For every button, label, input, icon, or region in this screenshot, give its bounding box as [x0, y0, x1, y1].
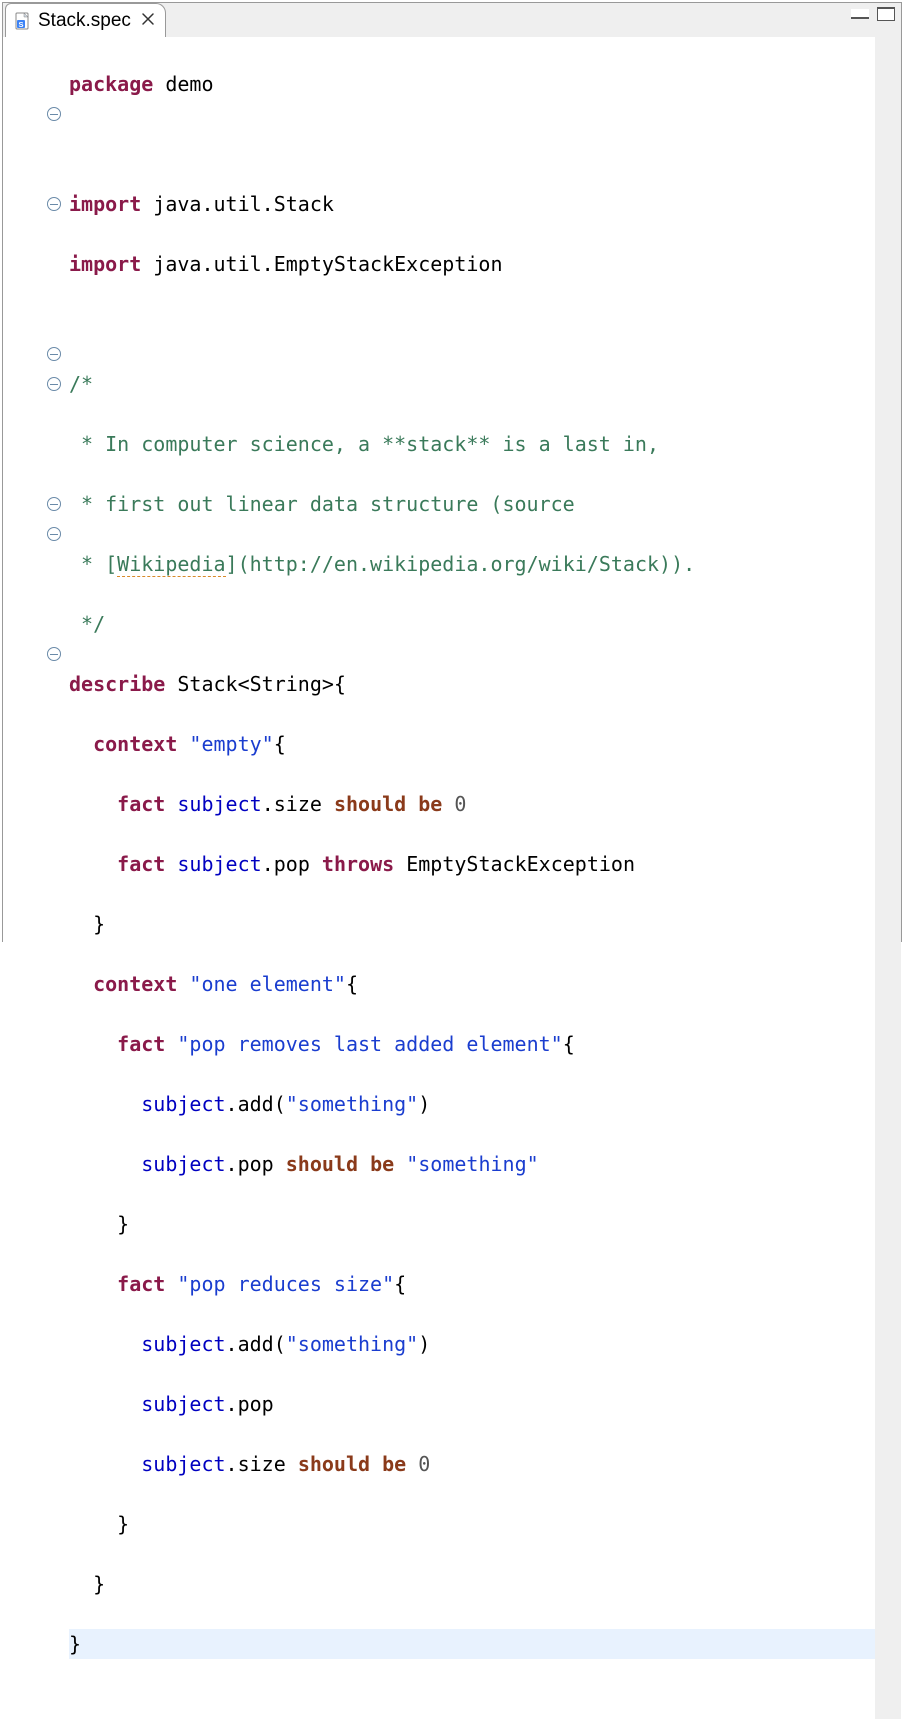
code-line: context "empty"{ — [69, 729, 875, 759]
code-line: subject.pop — [69, 1389, 875, 1419]
minimize-icon[interactable] — [851, 9, 869, 19]
code-line: package demo — [69, 69, 875, 99]
code-line: /* — [69, 369, 875, 399]
code-line: fact "pop reduces size"{ — [69, 1269, 875, 1299]
code-line: import java.util.EmptyStackException — [69, 249, 875, 279]
window-controls — [851, 7, 895, 21]
fold-marker[interactable] — [47, 647, 61, 661]
code-line: subject.add("something") — [69, 1089, 875, 1119]
code-line: * In computer science, a **stack** is a … — [69, 429, 875, 459]
fold-marker[interactable] — [47, 107, 61, 121]
editor-tab[interactable]: S Stack.spec — [5, 3, 166, 37]
maximize-icon[interactable] — [877, 7, 895, 21]
code-line: subject.add("something") — [69, 1329, 875, 1359]
code-area[interactable]: package demo import java.util.Stack impo… — [69, 37, 875, 1719]
code-line: fact subject.size should be 0 — [69, 789, 875, 819]
code-line: */ — [69, 609, 875, 639]
editor-body: package demo import java.util.Stack impo… — [3, 37, 901, 1719]
spec-file-icon: S — [14, 12, 32, 30]
gutter[interactable] — [3, 37, 69, 1719]
code-line: subject.size should be 0 — [69, 1449, 875, 1479]
overview-ruler[interactable] — [875, 37, 901, 1719]
code-line: fact subject.pop throws EmptyStackExcept… — [69, 849, 875, 879]
code-line: subject.pop should be "something" — [69, 1149, 875, 1179]
tab-filename: Stack.spec — [38, 10, 131, 32]
svg-text:S: S — [18, 19, 23, 28]
code-line: } — [69, 909, 875, 939]
code-line: import java.util.Stack — [69, 189, 875, 219]
close-icon[interactable] — [141, 11, 155, 31]
code-line: } — [69, 1509, 875, 1539]
fold-marker[interactable] — [47, 377, 61, 391]
code-line: describe Stack<String>{ — [69, 669, 875, 699]
tab-bar: S Stack.spec — [3, 3, 901, 37]
code-line: } — [69, 1209, 875, 1239]
code-line: } — [69, 1569, 875, 1599]
fold-marker[interactable] — [47, 347, 61, 361]
code-line: } — [69, 1629, 875, 1659]
code-line: * [Wikipedia](http://en.wikipedia.org/wi… — [69, 549, 875, 579]
code-line: context "one element"{ — [69, 969, 875, 999]
code-line — [69, 129, 875, 159]
editor-window: S Stack.spec package demo import java.ut… — [2, 2, 902, 942]
code-line: * first out linear data structure (sourc… — [69, 489, 875, 519]
fold-marker[interactable] — [47, 197, 61, 211]
fold-marker[interactable] — [47, 497, 61, 511]
code-line: fact "pop removes last added element"{ — [69, 1029, 875, 1059]
fold-marker[interactable] — [47, 527, 61, 541]
code-line — [69, 309, 875, 339]
